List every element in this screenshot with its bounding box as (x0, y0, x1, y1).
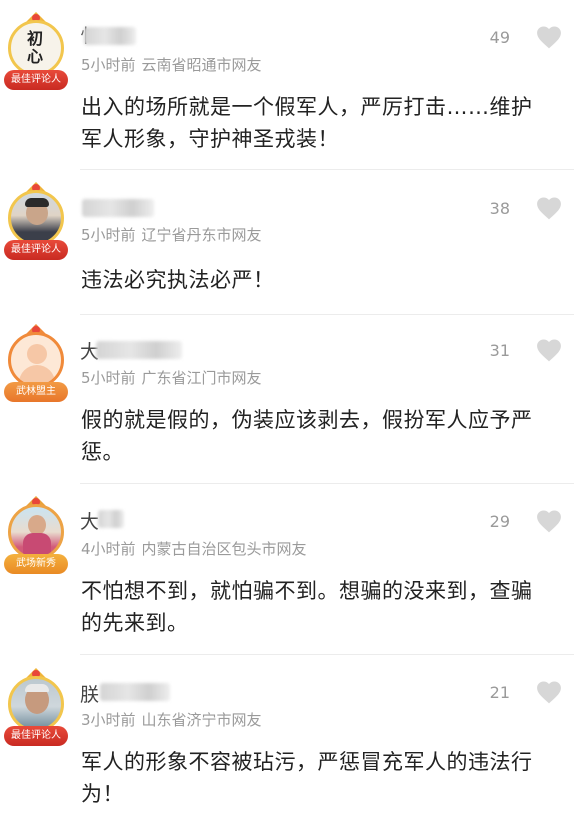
comment-meta: 3小时前 山东省济宁市网友 (81, 709, 262, 730)
comment-text: 假的就是假的，伪装应该剥去，假扮军人应予严惩。 (81, 408, 533, 464)
divider (80, 483, 574, 484)
heart-icon[interactable] (536, 338, 562, 362)
comment-time: 4小时前 (81, 540, 136, 558)
status-badge: 最佳评论人 (4, 726, 68, 746)
comment-location: 辽宁省丹东市网友 (141, 226, 262, 244)
heart-icon[interactable] (536, 25, 562, 49)
avatar[interactable]: 武场新秀 (4, 496, 74, 574)
comment-text: 不怕想不到，就怕骗不到。想骗的没来到，查骗的先来到。 (81, 579, 533, 635)
avatar-image (8, 332, 64, 388)
avatar[interactable]: 初心 最佳评论人 (4, 12, 74, 90)
comment-text: 违法必究执法必严！ (81, 268, 275, 292)
status-badge: 最佳评论人 (4, 240, 68, 260)
comment-location: 广东省江门市网友 (141, 369, 262, 387)
heart-icon[interactable] (536, 509, 562, 533)
status-badge: 武林盟主 (4, 382, 68, 402)
avatar-image: 初心 (8, 20, 64, 76)
comment-location: 云南省昭通市网友 (141, 56, 262, 74)
comment-location: 山东省济宁市网友 (141, 711, 262, 729)
heart-icon[interactable] (536, 196, 562, 220)
avatar-image (8, 190, 64, 246)
like-count: 31 (489, 341, 510, 360)
like-count: 21 (489, 683, 510, 702)
comment-time: 5小时前 (81, 369, 136, 387)
divider (80, 654, 574, 655)
username-fragment[interactable]: 朕 (80, 680, 99, 707)
comment-time: 3小时前 (81, 711, 136, 729)
avatar[interactable]: 最佳评论人 (4, 668, 74, 746)
avatar-image (8, 676, 64, 732)
username-blurred[interactable] (82, 199, 154, 217)
heart-icon[interactable] (536, 680, 562, 704)
status-badge: 武场新秀 (4, 554, 68, 574)
username-fragment[interactable]: 大 (80, 507, 99, 534)
username-blurred[interactable] (100, 683, 170, 701)
comment-time: 5小时前 (81, 56, 136, 74)
comment-meta: 4小时前 内蒙古自治区包头市网友 (81, 538, 307, 559)
comment-text: 军人的形象不容被玷污，严惩冒充军人的违法行为！ (81, 750, 533, 806)
username-blurred[interactable] (96, 341, 182, 359)
comment-meta: 5小时前 广东省江门市网友 (81, 367, 262, 388)
avatar-calligraphy: 初心 (27, 29, 44, 66)
username-blurred[interactable] (98, 510, 124, 528)
username-blurred[interactable] (84, 27, 136, 45)
avatar[interactable]: 最佳评论人 (4, 182, 74, 260)
avatar-image (8, 504, 64, 560)
comment-text: 出入的场所就是一个假军人，严厉打击……维护军人形象，守护神圣戎装！ (81, 95, 533, 151)
comment-time: 5小时前 (81, 226, 136, 244)
like-count: 29 (489, 512, 510, 531)
comment-location: 内蒙古自治区包头市网友 (141, 540, 307, 558)
comment-meta: 5小时前 辽宁省丹东市网友 (81, 224, 262, 245)
like-count: 38 (489, 199, 510, 218)
avatar[interactable]: 武林盟主 (4, 324, 74, 402)
like-count: 49 (489, 28, 510, 47)
divider (80, 169, 574, 170)
comment-meta: 5小时前 云南省昭通市网友 (81, 54, 262, 75)
divider (80, 314, 574, 315)
status-badge: 最佳评论人 (4, 70, 68, 90)
